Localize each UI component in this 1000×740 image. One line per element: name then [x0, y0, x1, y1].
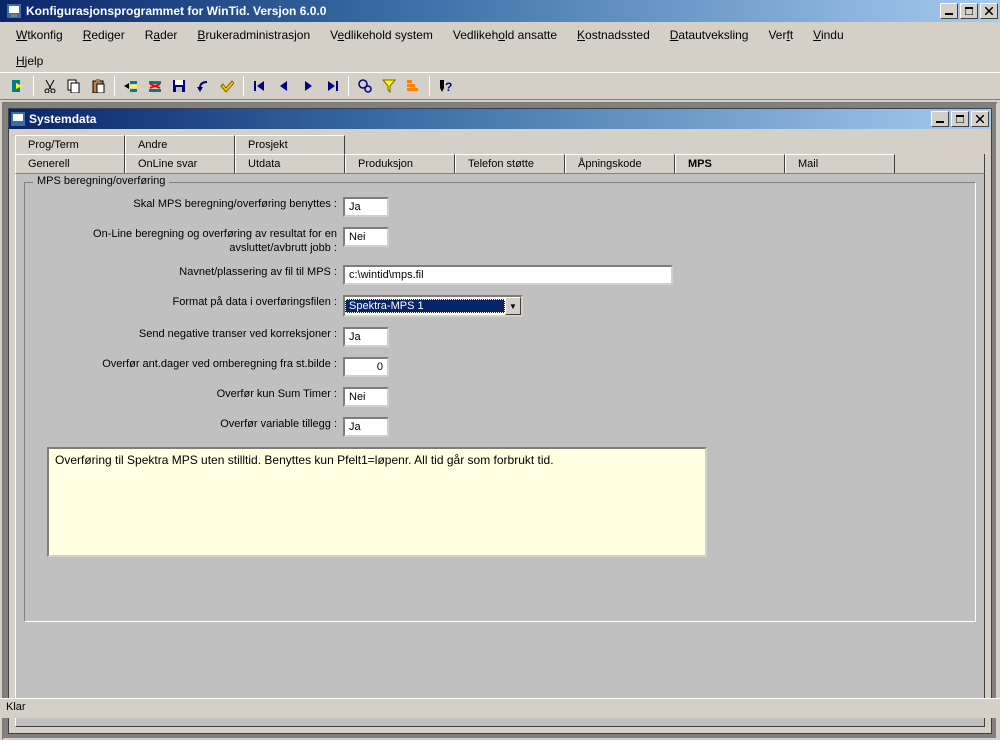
- delete-row-icon[interactable]: [144, 75, 166, 97]
- filter-icon[interactable]: [378, 75, 400, 97]
- window-title: Konfigurasjonsprogrammet for WinTid. Ver…: [26, 4, 940, 18]
- menu-hjelp[interactable]: Hjelp: [8, 52, 51, 70]
- status-text: Klar: [6, 701, 26, 713]
- tab-progterm[interactable]: Prog/Term: [15, 135, 125, 154]
- label-use-mps: Skal MPS beregning/overføring benyttes :: [33, 197, 343, 211]
- toolbar-separator: [114, 76, 115, 96]
- maximize-button[interactable]: [960, 3, 978, 19]
- menu-kostnadssted[interactable]: Kostnadssted: [569, 26, 658, 44]
- field-use-mps[interactable]: Ja: [343, 197, 389, 217]
- menu-vindu[interactable]: Vindu: [805, 26, 851, 44]
- menu-datautveksling[interactable]: Datautveksling: [662, 26, 757, 44]
- tab-generell[interactable]: Generell: [15, 154, 125, 173]
- minimize-button[interactable]: [940, 3, 958, 19]
- menu-rader[interactable]: Rader: [137, 26, 186, 44]
- undo-icon[interactable]: [192, 75, 214, 97]
- field-filepath[interactable]: c:\wintid\mps.fil: [343, 265, 673, 285]
- field-vartillegg[interactable]: Ja: [343, 417, 389, 437]
- label-online: On-Line beregning og overføring av resul…: [33, 227, 343, 255]
- tab-content-mps: MPS beregning/overføring Skal MPS beregn…: [15, 173, 985, 727]
- copy-icon[interactable]: [63, 75, 85, 97]
- tool-exit-icon[interactable]: [6, 75, 28, 97]
- cut-icon[interactable]: [39, 75, 61, 97]
- find-icon[interactable]: [354, 75, 376, 97]
- status-bar: Klar: [0, 698, 1000, 718]
- label-filepath: Navnet/plassering av fil til MPS :: [33, 265, 343, 279]
- svg-text:?: ?: [445, 80, 452, 93]
- toolbar: ?: [0, 72, 1000, 100]
- field-format-select[interactable]: Spektra-MPS 1 ▼: [343, 295, 523, 317]
- child-window-systemdata: Systemdata Prog/Term Andre Prosjekt Gene…: [8, 108, 992, 734]
- fieldset-legend: MPS beregning/overføring: [33, 175, 169, 187]
- mps-fieldset: MPS beregning/overføring Skal MPS beregn…: [24, 182, 976, 622]
- close-button[interactable]: [980, 3, 998, 19]
- label-days: Overfør ant.dager ved omberegning fra st…: [33, 357, 343, 371]
- toolbar-separator: [243, 76, 244, 96]
- tab-apningskode[interactable]: Åpningskode: [565, 154, 675, 173]
- child-close-button[interactable]: [971, 111, 989, 127]
- menu-bar: Wtkonfig Rediger Rader Brukeradministras…: [0, 22, 1000, 72]
- child-window-title: Systemdata: [25, 112, 931, 126]
- help-icon[interactable]: ?: [435, 75, 457, 97]
- window-controls: [940, 3, 998, 19]
- tab-mail[interactable]: Mail: [785, 154, 895, 173]
- menu-wtkonfig[interactable]: Wtkonfig: [8, 26, 71, 44]
- mdi-client-area: Systemdata Prog/Term Andre Prosjekt Gene…: [2, 102, 998, 740]
- save-icon[interactable]: [168, 75, 190, 97]
- field-sumtimer[interactable]: Nei: [343, 387, 389, 407]
- tab-telefonstotte[interactable]: Telefon støtte: [455, 154, 565, 173]
- child-titlebar: Systemdata: [9, 109, 991, 129]
- menu-vedlikehold-system[interactable]: Vedlikehold system: [322, 26, 441, 44]
- child-minimize-button[interactable]: [931, 111, 949, 127]
- next-icon[interactable]: [297, 75, 319, 97]
- tab-produksjon[interactable]: Produksjon: [345, 154, 455, 173]
- dropdown-icon[interactable]: ▼: [505, 297, 521, 315]
- tab-row-1: Prog/Term Andre Prosjekt: [9, 129, 991, 154]
- select-value: Spektra-MPS 1: [345, 299, 505, 313]
- tab-mps[interactable]: MPS: [675, 154, 785, 173]
- tab-andre[interactable]: Andre: [125, 135, 235, 154]
- label-format: Format på data i overføringsfilen :: [33, 295, 343, 309]
- child-maximize-button[interactable]: [951, 111, 969, 127]
- toolbar-separator: [348, 76, 349, 96]
- tab-prosjekt[interactable]: Prosjekt: [235, 135, 345, 154]
- label-vartillegg: Overfør variable tillegg :: [33, 417, 343, 431]
- apply-icon[interactable]: [216, 75, 238, 97]
- field-online[interactable]: Nei: [343, 227, 389, 247]
- tab-blank: [895, 154, 985, 173]
- field-negtrans[interactable]: Ja: [343, 327, 389, 347]
- prev-icon[interactable]: [273, 75, 295, 97]
- paste-icon[interactable]: [87, 75, 109, 97]
- last-icon[interactable]: [321, 75, 343, 97]
- menu-verft[interactable]: Verft: [760, 26, 801, 44]
- tab-onlinesvar[interactable]: OnLine svar: [125, 154, 235, 173]
- label-sumtimer: Overfør kun Sum Timer :: [33, 387, 343, 401]
- app-icon: [6, 3, 22, 19]
- description-box: Overføring til Spektra MPS uten stilltid…: [47, 447, 707, 557]
- sort-icon[interactable]: [402, 75, 424, 97]
- toolbar-separator: [33, 76, 34, 96]
- child-window-icon: [11, 112, 25, 126]
- main-titlebar: Konfigurasjonsprogrammet for WinTid. Ver…: [0, 0, 1000, 22]
- field-days[interactable]: 0: [343, 357, 389, 377]
- menu-vedlikehold-ansatte[interactable]: Vedlikehold ansatte: [445, 26, 565, 44]
- toolbar-separator: [429, 76, 430, 96]
- tab-row-2: Generell OnLine svar Utdata Produksjon T…: [9, 154, 991, 173]
- first-icon[interactable]: [249, 75, 271, 97]
- menu-brukeradmin[interactable]: Brukeradministrasjon: [189, 26, 318, 44]
- menu-rediger[interactable]: Rediger: [75, 26, 133, 44]
- tab-utdata[interactable]: Utdata: [235, 154, 345, 173]
- label-negtrans: Send negative transer ved korreksjoner :: [33, 327, 343, 341]
- insert-row-icon[interactable]: [120, 75, 142, 97]
- child-window-controls: [931, 111, 989, 127]
